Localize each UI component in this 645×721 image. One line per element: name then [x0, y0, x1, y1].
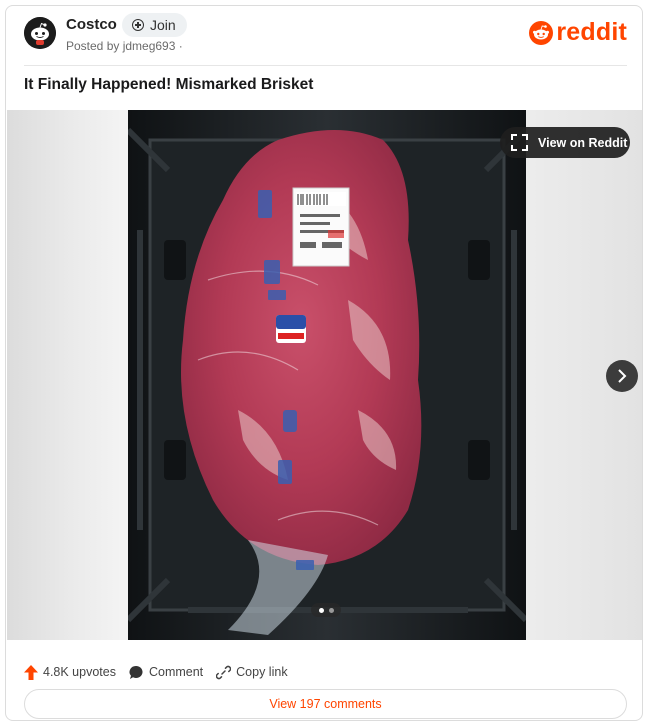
subreddit-name[interactable]: Costco — [66, 16, 117, 33]
brisket-photo — [128, 110, 526, 640]
pagination-dot[interactable] — [328, 607, 334, 613]
embedded-post-card: Costco Join Posted by jdmeg693 · reddit … — [5, 5, 643, 721]
post-header: Costco Join Posted by jdmeg693 · reddit — [6, 6, 642, 68]
expand-icon — [511, 134, 528, 151]
comment-button[interactable]: Comment — [129, 665, 203, 680]
link-icon — [216, 665, 232, 679]
view-on-reddit-label: View on Reddit — [538, 135, 628, 150]
upvote-button[interactable]: 4.8K upvotes — [24, 664, 116, 680]
gallery-pagination — [311, 603, 341, 617]
join-button[interactable]: Join — [122, 13, 187, 37]
copy-link-button[interactable]: Copy link — [216, 665, 288, 680]
chevron-right-icon — [618, 369, 627, 383]
next-image-button[interactable] — [606, 360, 638, 392]
upvote-arrow-icon — [24, 664, 38, 680]
plus-circle-icon — [132, 19, 144, 31]
comment-bubble-icon — [129, 665, 143, 679]
post-image[interactable] — [128, 110, 526, 640]
reddit-snoo-icon — [529, 20, 554, 45]
post-title[interactable]: It Finally Happened! Mismarked Brisket — [24, 76, 313, 94]
media-gallery[interactable]: View on Reddit — [7, 110, 642, 640]
posted-by: Posted by jdmeg693 · — [66, 39, 183, 53]
view-comments-label: View 197 comments — [269, 697, 382, 711]
subreddit-avatar[interactable] — [24, 17, 56, 49]
view-comments-button[interactable]: View 197 comments — [24, 689, 627, 719]
comment-label: Comment — [148, 665, 204, 679]
upvote-count: 4.8K upvotes — [43, 665, 116, 679]
reddit-wordmark: reddit — [556, 18, 627, 46]
view-on-reddit-button[interactable]: View on Reddit — [500, 127, 630, 158]
snoo-avatar-icon — [24, 17, 56, 49]
post-actions: 4.8K upvotes Comment Copy link — [24, 662, 301, 682]
join-label: Join — [150, 17, 176, 33]
copy-link-label: Copy link — [236, 665, 288, 679]
reddit-logo[interactable]: reddit — [529, 20, 627, 45]
header-divider — [24, 65, 627, 66]
pagination-dot-active[interactable] — [318, 607, 324, 613]
